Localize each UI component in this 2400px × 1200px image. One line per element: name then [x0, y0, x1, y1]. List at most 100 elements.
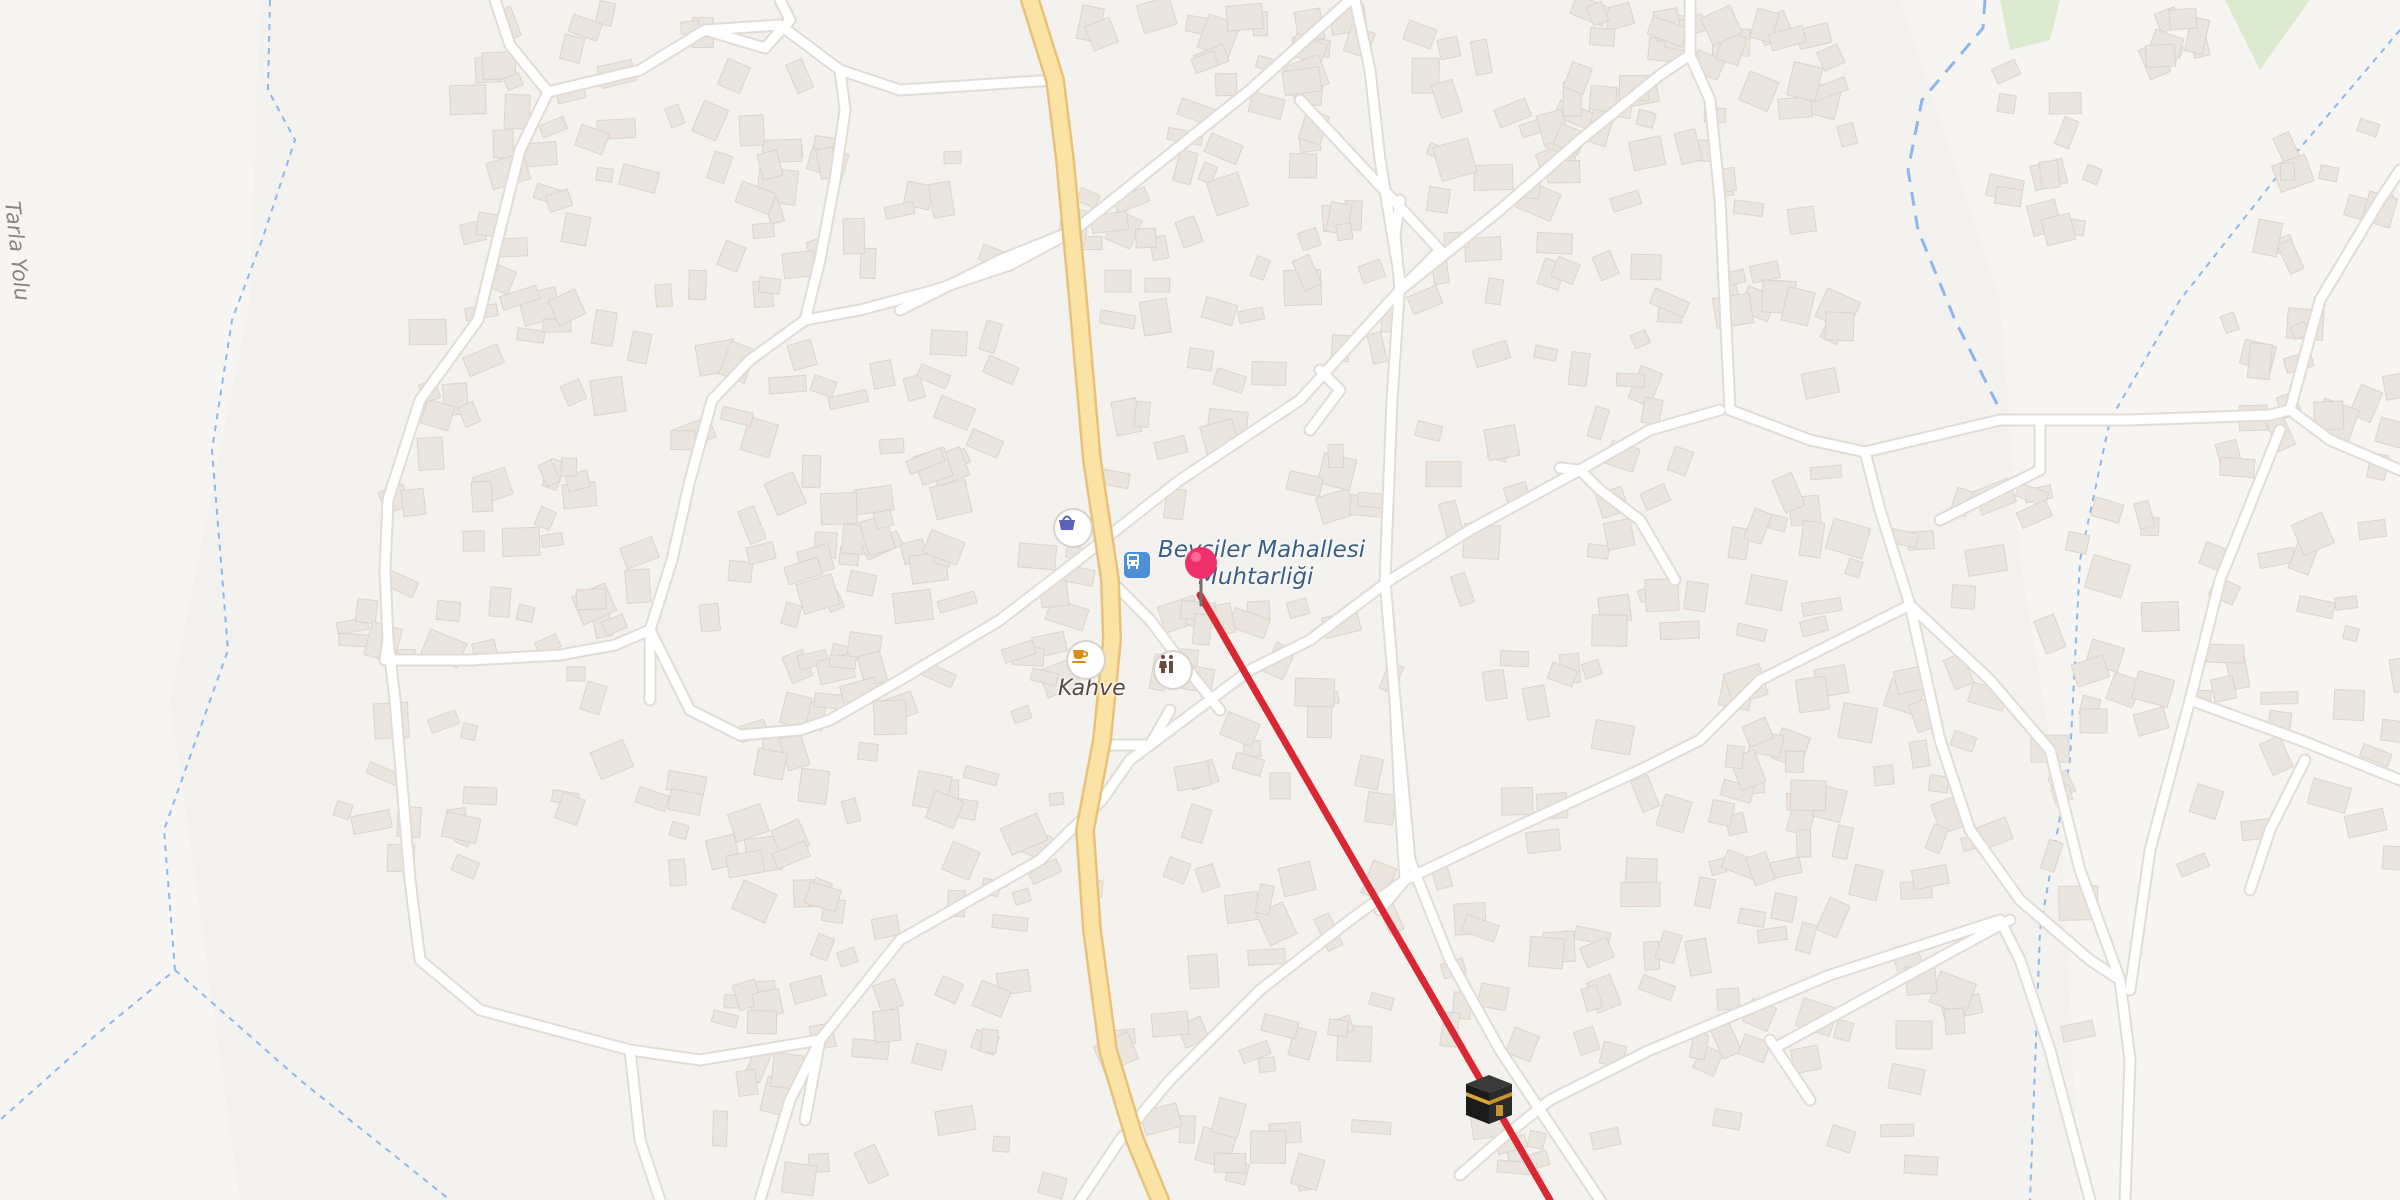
building: [738, 114, 766, 147]
building: [1659, 620, 1701, 641]
building: [408, 318, 447, 346]
road[interactable]: [1555, 463, 1585, 475]
building: [1770, 892, 1798, 924]
building: [1425, 185, 1452, 214]
building: [891, 588, 935, 625]
building: [2334, 595, 2359, 611]
building: [992, 1135, 1011, 1153]
building: [1150, 1010, 1190, 1038]
building: [828, 654, 857, 670]
building: [753, 747, 788, 781]
building: [1144, 277, 1171, 293]
building: [1481, 668, 1508, 702]
cafe-marker[interactable]: [1068, 642, 1104, 678]
building: [1327, 443, 1345, 469]
building: [2038, 159, 2061, 190]
coffee-cup-icon: [1072, 650, 1089, 663]
building: [2206, 643, 2245, 664]
building: [1247, 948, 1286, 966]
building: [1281, 66, 1323, 97]
building: [842, 217, 866, 255]
building: [1133, 400, 1152, 429]
building: [1213, 1152, 1247, 1174]
building: [1525, 828, 1562, 854]
bus-stop-icon: [1127, 554, 1139, 569]
building: [2379, 718, 2400, 745]
bus-stop-marker[interactable]: [1124, 552, 1150, 578]
building: [2317, 164, 2340, 183]
building: [878, 437, 905, 455]
shop-marker[interactable]: [1055, 510, 1091, 546]
building: [1789, 779, 1827, 812]
building: [670, 430, 696, 451]
building: [2246, 342, 2273, 381]
building: [856, 741, 880, 762]
building: [929, 329, 968, 357]
building: [470, 480, 494, 513]
building: [1363, 791, 1398, 826]
building: [1683, 580, 1709, 613]
building: [1784, 750, 1805, 774]
building: [780, 1161, 818, 1197]
building: [1745, 573, 1788, 612]
building: [1483, 424, 1521, 462]
map-canvas[interactable]: Tarla Yolu Kahve Beyşiler Mahallesi Muht…: [0, 0, 2400, 1200]
building: [1872, 764, 1895, 787]
shopping-basket-icon: [1059, 515, 1075, 530]
building: [687, 269, 707, 301]
building: [1794, 675, 1831, 714]
building: [1473, 163, 1514, 191]
building: [448, 84, 487, 116]
building: [2260, 691, 2299, 705]
building: [1526, 1129, 1547, 1151]
building: [869, 359, 896, 390]
building: [501, 526, 541, 557]
building: [873, 699, 907, 736]
cafe-label: Kahve: [1058, 676, 1126, 701]
building: [1591, 614, 1628, 647]
building: [2079, 708, 2108, 734]
building: [1950, 584, 1977, 610]
building: [654, 283, 674, 308]
building: [1590, 718, 1636, 756]
building: [2279, 162, 2296, 181]
building: [1178, 1115, 1196, 1144]
building: [1602, 517, 1636, 551]
building: [560, 457, 578, 477]
building: [1707, 798, 1736, 827]
building: [492, 129, 514, 159]
building: [1499, 650, 1530, 668]
building: [560, 212, 592, 247]
building: [1214, 72, 1238, 97]
building: [1104, 269, 1132, 293]
building: [462, 785, 498, 806]
building: [1536, 231, 1574, 255]
building: [1786, 205, 1818, 236]
building: [1269, 772, 1291, 800]
building: [460, 722, 479, 742]
building: [1798, 519, 1826, 559]
building: [1501, 786, 1534, 816]
building: [1627, 135, 1667, 172]
building: [1777, 96, 1813, 120]
building: [1943, 1007, 1966, 1035]
building: [1294, 677, 1336, 708]
building: [462, 530, 485, 552]
building: [1996, 92, 2018, 115]
building: [435, 599, 462, 623]
kaaba-icon: [1466, 1075, 1512, 1124]
building: [2144, 43, 2177, 69]
toilets-marker[interactable]: [1155, 652, 1191, 688]
toilets-icon: [1159, 655, 1173, 673]
building: [416, 436, 445, 472]
building: [979, 1028, 999, 1054]
building: [751, 222, 775, 239]
building: [746, 1009, 778, 1035]
building: [1249, 1130, 1287, 1164]
building: [595, 166, 614, 183]
building: [1809, 464, 1843, 481]
building: [1837, 701, 1879, 744]
building: [1257, 1056, 1277, 1074]
building: [2048, 92, 2082, 115]
building: [767, 374, 808, 395]
